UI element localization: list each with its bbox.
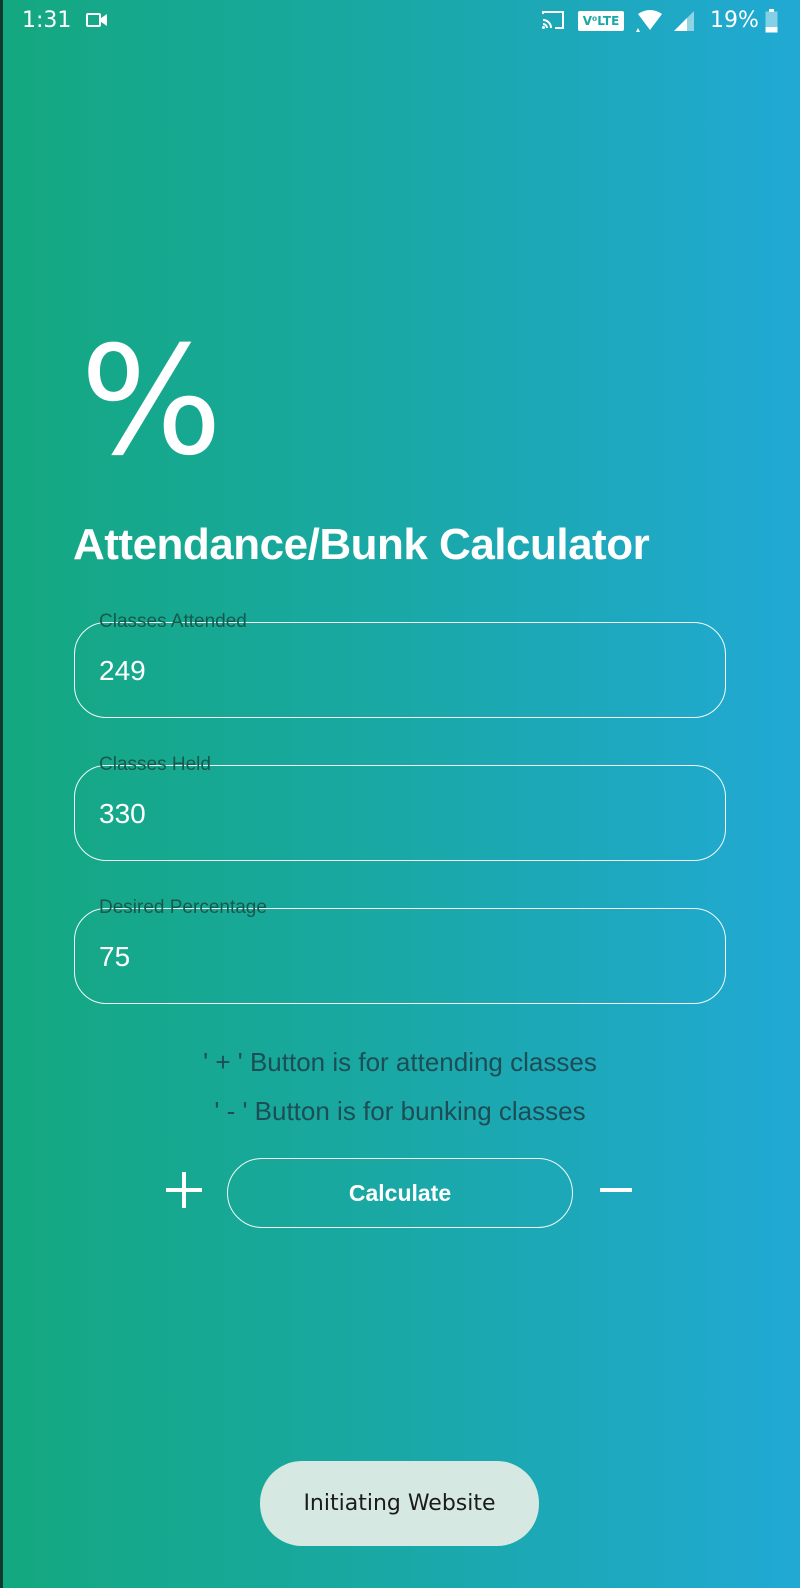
page-title: Attendance/Bunk Calculator [73,520,650,569]
calculate-button[interactable]: Calculate [227,1158,573,1228]
desired-percentage-label: Desired Percentage [99,897,267,918]
volte-badge: V⁰LTE [578,11,624,31]
classes-attended-input[interactable] [99,655,699,687]
battery-icon [765,9,778,33]
cast-icon [542,11,564,29]
video-camera-icon [86,13,107,27]
classes-held-field[interactable]: Classes Held [74,754,726,861]
screen-edge [0,0,3,1588]
signal-icon [674,11,694,31]
toast-message: Initiating Website [260,1461,539,1546]
status-bar: 1:31 V⁰LTE 19% [0,0,800,44]
percent-icon: % [80,315,223,489]
classes-held-input[interactable] [99,798,699,830]
plus-hint-text: ' + ' Button is for attending classes [203,1047,597,1077]
wifi-icon [636,10,662,32]
desired-percentage-input[interactable] [99,941,699,973]
classes-attended-label: Classes Attended [99,611,247,632]
status-time: 1:31 [22,8,72,33]
minus-icon[interactable] [598,1170,634,1210]
classes-attended-field[interactable]: Classes Attended [74,611,726,718]
minus-hint-text: ' - ' Button is for bunking classes [214,1096,586,1126]
classes-held-label: Classes Held [99,754,211,775]
desired-percentage-field[interactable]: Desired Percentage [74,897,726,1004]
plus-icon[interactable] [164,1170,204,1210]
battery-percentage: 19% [710,8,759,33]
